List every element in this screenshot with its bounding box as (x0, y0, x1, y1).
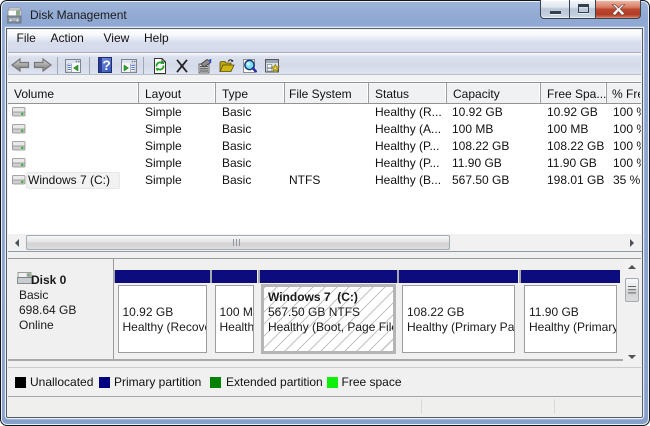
svg-text:?: ? (102, 57, 110, 72)
